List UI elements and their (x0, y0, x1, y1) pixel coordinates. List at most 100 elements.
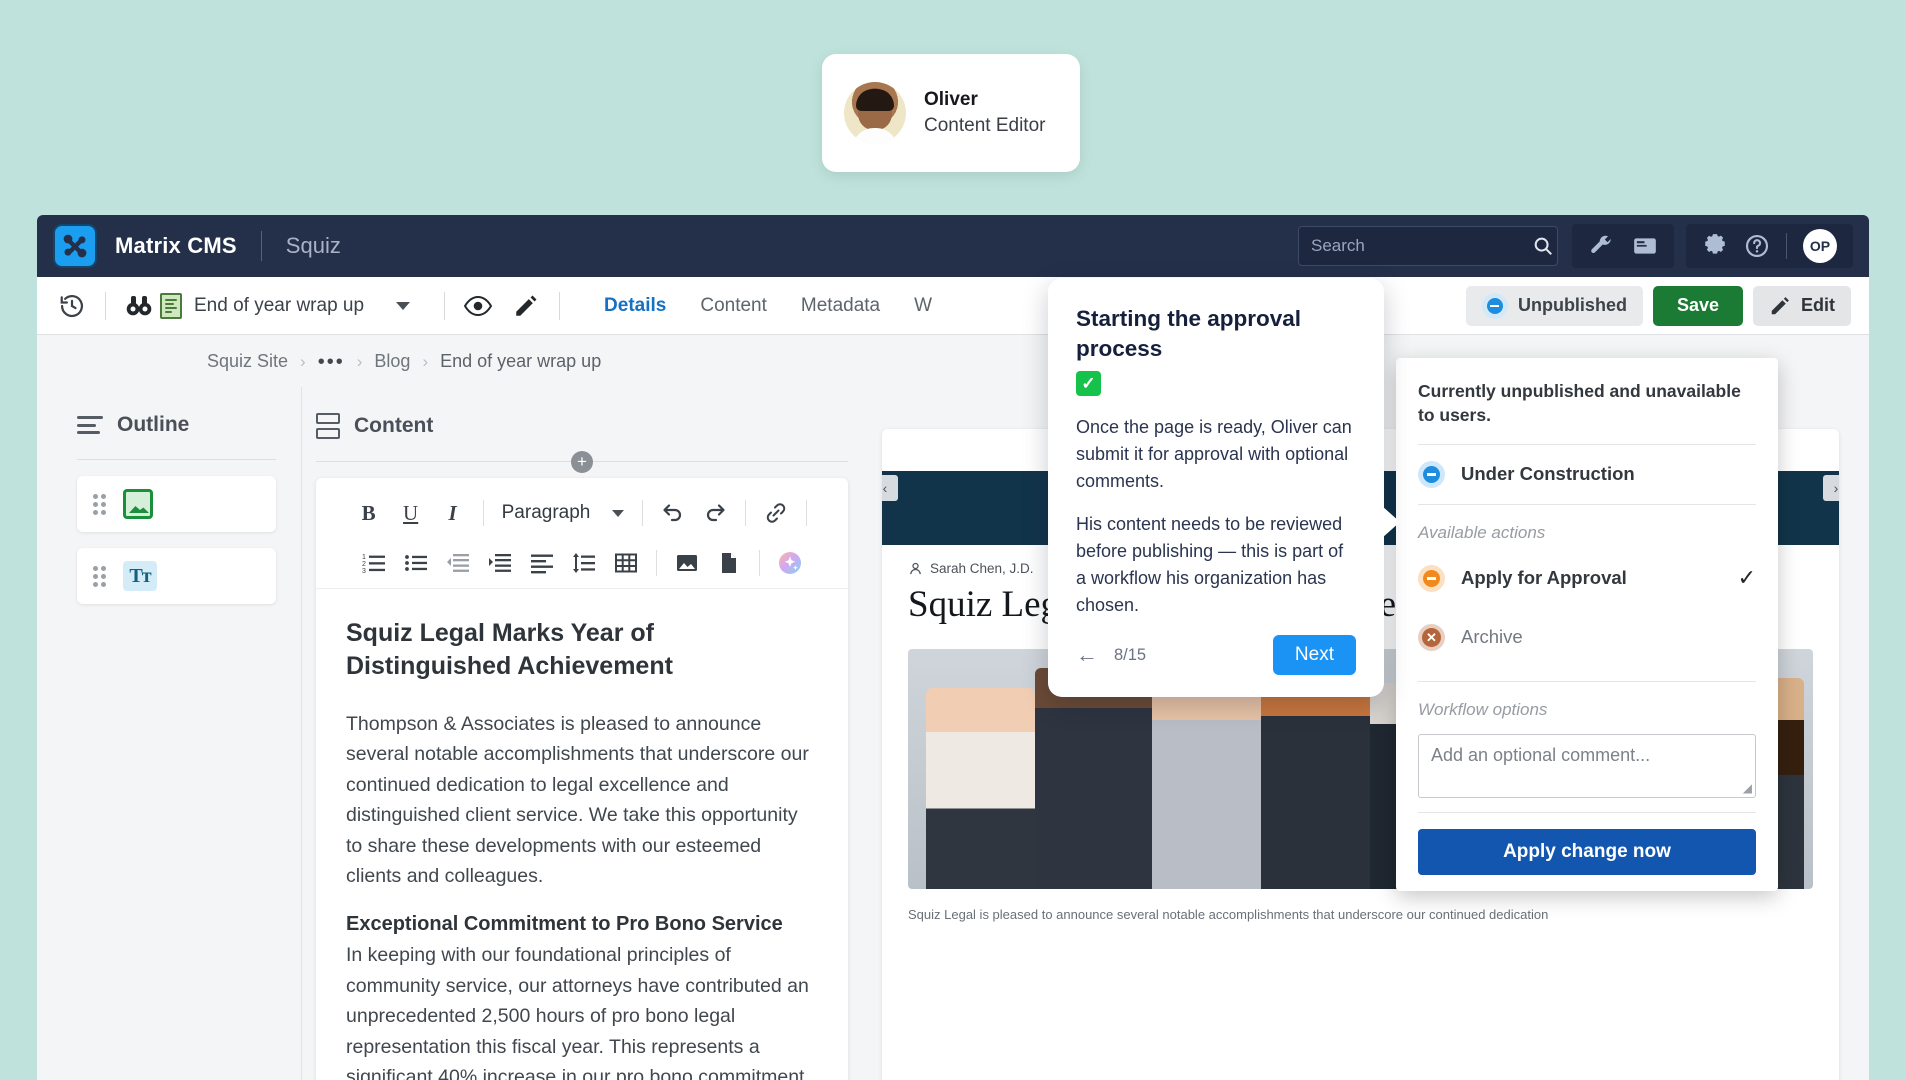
header-icon-divider (1786, 233, 1787, 259)
matrix-logo-icon[interactable] (53, 224, 97, 268)
decrease-indent-button[interactable] (438, 544, 478, 582)
workflow-action-label: Archive (1461, 626, 1523, 648)
editor-divider (745, 500, 747, 526)
user-icon (910, 562, 921, 575)
insert-image-button[interactable] (667, 544, 707, 582)
coach-step-counter: 8/15 (1114, 645, 1147, 664)
screen: Oliver Content Editor Matrix CMS Squiz S… (0, 0, 1906, 1080)
ai-sparkle-button[interactable] (770, 544, 810, 582)
chevron-down-icon[interactable] (396, 301, 411, 310)
editor-card: B U I Paragraph 1 2 3 Squiz Legal Marks … (316, 478, 848, 1080)
preview-eye-icon[interactable] (461, 289, 495, 323)
editor-header: Content (302, 413, 862, 439)
toolbar-divider-1 (105, 291, 106, 320)
search-icon[interactable] (1532, 235, 1554, 257)
paragraph-style-select[interactable]: Paragraph (494, 502, 633, 524)
outline-item-text[interactable]: Tт (77, 548, 276, 604)
tab-content[interactable]: Content (700, 295, 767, 317)
coach-next-button[interactable]: Next (1272, 635, 1356, 676)
bulleted-list-button[interactable] (396, 544, 436, 582)
increase-indent-button[interactable] (480, 544, 520, 582)
tab-metadata[interactable]: Metadata (801, 295, 880, 317)
check-emoji-icon: ✓ (1076, 371, 1101, 397)
workflow-actions-header: Available actions (1418, 522, 1546, 542)
wrench-icon[interactable] (1588, 233, 1614, 259)
preview-author-name: Sarah Chen, J.D. (930, 561, 1034, 576)
edit-pencil-icon[interactable] (509, 289, 543, 323)
tab-details[interactable]: Details (604, 295, 666, 317)
help-icon[interactable] (1744, 233, 1770, 259)
editor-content[interactable]: Squiz Legal Marks Year of Distinguished … (316, 589, 848, 1080)
line-height-button[interactable] (564, 544, 604, 582)
outline-item-image[interactable] (77, 476, 276, 532)
coach-back-button[interactable]: ← (1076, 642, 1098, 668)
undo-button[interactable] (653, 494, 693, 532)
italic-button[interactable]: I (433, 494, 473, 532)
insert-file-button[interactable] (709, 544, 749, 582)
pencil-icon (1771, 296, 1789, 314)
save-button[interactable]: Save (1652, 285, 1743, 326)
archive-icon: ✕ (1418, 623, 1445, 651)
content-paragraph-1: Thompson & Associates is pleased to anno… (346, 713, 809, 888)
avatar-hair (856, 89, 894, 112)
align-left-button[interactable] (522, 544, 562, 582)
document-toolbar: End of year wrap up Details Content Meta… (37, 277, 1869, 335)
persona-card: Oliver Content Editor (822, 54, 1080, 172)
status-label: Unpublished (1517, 295, 1627, 315)
toolbar-divider-2 (444, 291, 446, 320)
add-block-button[interactable]: + (571, 450, 593, 473)
toolbar-divider-3 (559, 291, 561, 320)
preview-prev-arrow-icon[interactable]: ‹ (882, 475, 898, 501)
table-button[interactable] (606, 544, 646, 582)
header-tools-group (1572, 224, 1674, 268)
status-under-construction-icon (1418, 460, 1445, 488)
search-box[interactable] (1298, 226, 1558, 266)
page-icon (160, 292, 182, 319)
image-icon (123, 489, 153, 519)
content-heading-1: Squiz Legal Marks Year of Distinguished … (346, 619, 673, 680)
drag-handle-icon[interactable] (93, 566, 107, 587)
tab-workflow[interactable]: W (914, 295, 932, 317)
history-icon[interactable] (55, 289, 89, 323)
numbered-list-button[interactable]: 1 23 (354, 544, 394, 582)
underline-button[interactable]: U (391, 494, 431, 532)
bold-button[interactable]: B (349, 494, 389, 532)
editor-divider (656, 550, 657, 576)
workflow-action-apply-for-approval[interactable]: Apply for Approval ✓ (1396, 549, 1778, 608)
outline-rule (77, 459, 276, 460)
persona-role: Content Editor (924, 115, 1046, 136)
drag-handle-icon[interactable] (93, 494, 107, 515)
coach-title: Starting the approval process (1076, 306, 1302, 361)
editor-divider (759, 550, 760, 576)
tab-bar: Details Content Metadata W (604, 295, 932, 317)
coach-mark: Starting the approval process ✓ Once the… (1048, 278, 1400, 698)
status-button[interactable]: Unpublished (1465, 285, 1643, 326)
edit-label: Edit (1801, 295, 1835, 315)
apply-change-button[interactable]: Apply change now (1418, 828, 1756, 875)
workflow-action-label: Apply for Approval (1461, 567, 1627, 589)
outline-icon (77, 416, 103, 434)
svg-text:1: 1 (362, 554, 366, 561)
edit-button[interactable]: Edit (1753, 285, 1851, 326)
user-avatar[interactable]: OP (1803, 229, 1837, 263)
coach-paragraph-1: Once the page is ready, Oliver can submi… (1076, 417, 1352, 492)
link-button[interactable] (756, 494, 796, 532)
editor-divider (642, 500, 644, 526)
editor-toolbar: B U I Paragraph 1 2 3 (316, 478, 848, 589)
binoculars-icon[interactable] (122, 289, 156, 323)
outline-header: Outline (37, 413, 302, 437)
redo-button[interactable] (695, 494, 735, 532)
card-icon[interactable] (1632, 233, 1658, 259)
preview-body-text: Squiz Legal is pleased to announce sever… (908, 907, 1549, 923)
site-name[interactable]: Squiz (286, 233, 341, 259)
search-input[interactable] (1311, 236, 1532, 256)
svg-text:2: 2 (362, 561, 366, 568)
workflow-action-archive[interactable]: ✕ Archive (1396, 608, 1778, 667)
gear-icon[interactable] (1702, 233, 1728, 259)
preview-next-arrow-icon[interactable]: › (1823, 475, 1839, 501)
outline-panel: Outline Tт (37, 335, 302, 1080)
workflow-comment-field[interactable]: Add an optional comment... ◢ (1418, 733, 1756, 798)
document-chip[interactable]: End of year wrap up (160, 292, 411, 319)
workflow-comment-placeholder: Add an optional comment... (1431, 744, 1651, 765)
resize-handle-icon[interactable]: ◢ (1743, 781, 1752, 795)
